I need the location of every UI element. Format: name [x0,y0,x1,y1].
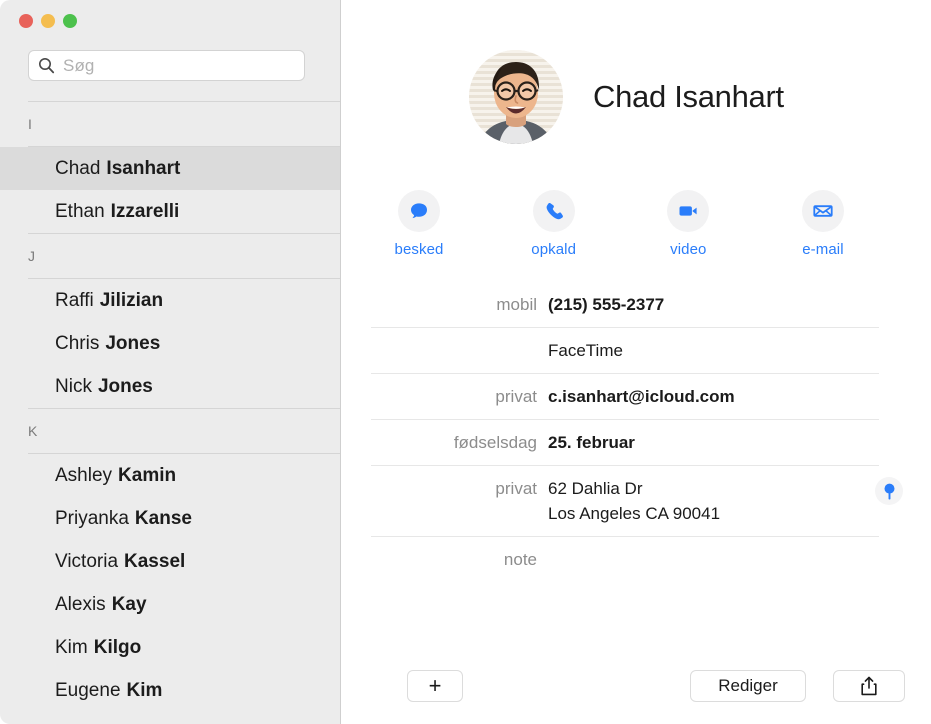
contact-first-name: Eugene [55,679,121,701]
action-button-besked[interactable]: besked [371,190,467,258]
field-value: 25. februar [548,433,635,452]
share-button[interactable] [833,670,905,702]
list-item[interactable]: Chad Isanhart [0,147,340,190]
contact-fields: mobil (215) 555-2377 FaceTime privat c.isanh… [371,282,903,582]
field-value: (215) 555-2377 [548,295,665,314]
contact-first-name: Ashley [55,464,113,486]
search-placeholder-text: Søg [63,55,95,75]
contact-last-name: Kay [111,593,147,615]
bottom-toolbar: + Rediger [341,670,931,702]
contact-last-name: Kanse [134,507,192,529]
contact-first-name: Ethan [55,200,105,222]
section-header-i: I [0,101,340,147]
action-buttons: besked opkald video e-mail [371,190,871,258]
list-item[interactable]: Victoria Kassel [0,540,340,583]
contact-last-name: Jilizian [99,289,164,311]
window-controls [19,14,77,28]
field-row[interactable]: fødselsdag 25. februar [371,419,879,465]
action-button-label: video [670,241,707,258]
list-item[interactable]: Priyanka Kanse [0,497,340,540]
section-letter: K [28,423,38,439]
list-item[interactable]: Eugene Kim [0,669,340,712]
contact-name: Chad Isanhart [593,79,784,114]
field-value: FaceTime [548,341,623,360]
contact-list[interactable]: I Chad Isanhart Ethan Izzarelli J Raffi Jilizia… [0,101,340,724]
contact-first-name: Raffi [55,289,94,311]
contact-first-name: Nick [55,375,92,397]
field-label: fødselsdag [453,433,537,452]
search-input[interactable]: Søg [28,50,305,81]
phone-icon [532,190,575,232]
contact-last-name: Isanhart [106,157,181,179]
field-value: 62 Dahlia Dr Los Angeles CA 90041 [548,479,721,523]
section-header-j: J [0,233,340,279]
field-label: privat [495,479,537,498]
field-row[interactable]: note [371,536,879,582]
search-icon [38,57,55,74]
contact-last-name: Kamin [118,464,177,486]
list-item[interactable]: Ethan Izzarelli [0,190,340,233]
section-letter: I [28,116,32,132]
add-contact-button[interactable]: + [407,670,463,702]
contact-last-name: Jones [105,332,161,354]
contact-last-name: Izzarelli [110,200,180,222]
section-letter: J [28,248,35,264]
contact-last-name: Kilgo [93,636,142,658]
field-row[interactable]: mobil (215) 555-2377 [371,282,879,327]
minimize-window-button[interactable] [41,14,55,28]
action-button-label: besked [394,241,444,258]
video-camera-icon [667,190,710,232]
plus-icon: + [428,673,442,698]
contact-last-name: Jones [97,375,153,397]
list-item[interactable]: Raffi Jilizian [0,279,340,322]
edit-button[interactable]: Rediger [690,670,806,702]
field-label: privat [495,387,537,406]
list-item[interactable]: Kim Kilgo [0,626,340,669]
list-item[interactable]: Chris Jones [0,322,340,365]
contacts-window: Søg I Chad Isanhart Ethan Izzarelli J Raffi Jil… [0,0,931,724]
avatar[interactable] [469,50,563,144]
maximize-window-button[interactable] [63,14,77,28]
field-row[interactable]: privat c.isanhart@icloud.com [371,373,879,419]
contact-first-name: Victoria [55,550,119,572]
field-row[interactable]: privat 62 Dahlia Dr Los Angeles CA 90041 [371,465,903,536]
action-button-label: e-mail [802,241,844,258]
search-container: Søg [28,50,305,81]
list-item[interactable]: Alexis Kay [0,583,340,626]
contact-header: Chad Isanhart [469,50,784,144]
contact-first-name: Kim [55,636,88,658]
action-button-email[interactable]: e-mail [775,190,871,258]
map-pin-icon[interactable] [875,477,903,505]
envelope-icon [801,190,844,232]
contact-first-name: Alexis [55,593,106,615]
list-item[interactable]: Ashley Kamin [0,454,340,497]
field-label: note [503,550,537,569]
share-icon [860,676,878,696]
contact-last-name: Kassel [124,550,186,572]
action-button-label: opkald [531,241,577,258]
field-value: c.isanhart@icloud.com [548,387,735,406]
field-row[interactable]: FaceTime [371,327,879,373]
sidebar: Søg I Chad Isanhart Ethan Izzarelli J Raffi Jil… [0,0,341,724]
edit-button-label: Rediger [718,676,778,695]
field-label: mobil [496,295,537,314]
section-header-k: K [0,408,340,454]
contact-first-name: Chris [55,332,100,354]
message-bubble-icon [398,190,440,232]
avatar-photo [479,62,553,144]
list-item[interactable]: Nick Jones [0,365,340,408]
contact-first-name: Chad [55,157,101,179]
action-button-opkald[interactable]: opkald [506,190,602,258]
contact-last-name: Kim [126,679,163,701]
contact-first-name: Priyanka [55,507,129,529]
action-button-video[interactable]: video [640,190,736,258]
close-window-button[interactable] [19,14,33,28]
contact-detail-panel: Chad Isanhart besked opkald video e-mail mo… [341,0,931,724]
